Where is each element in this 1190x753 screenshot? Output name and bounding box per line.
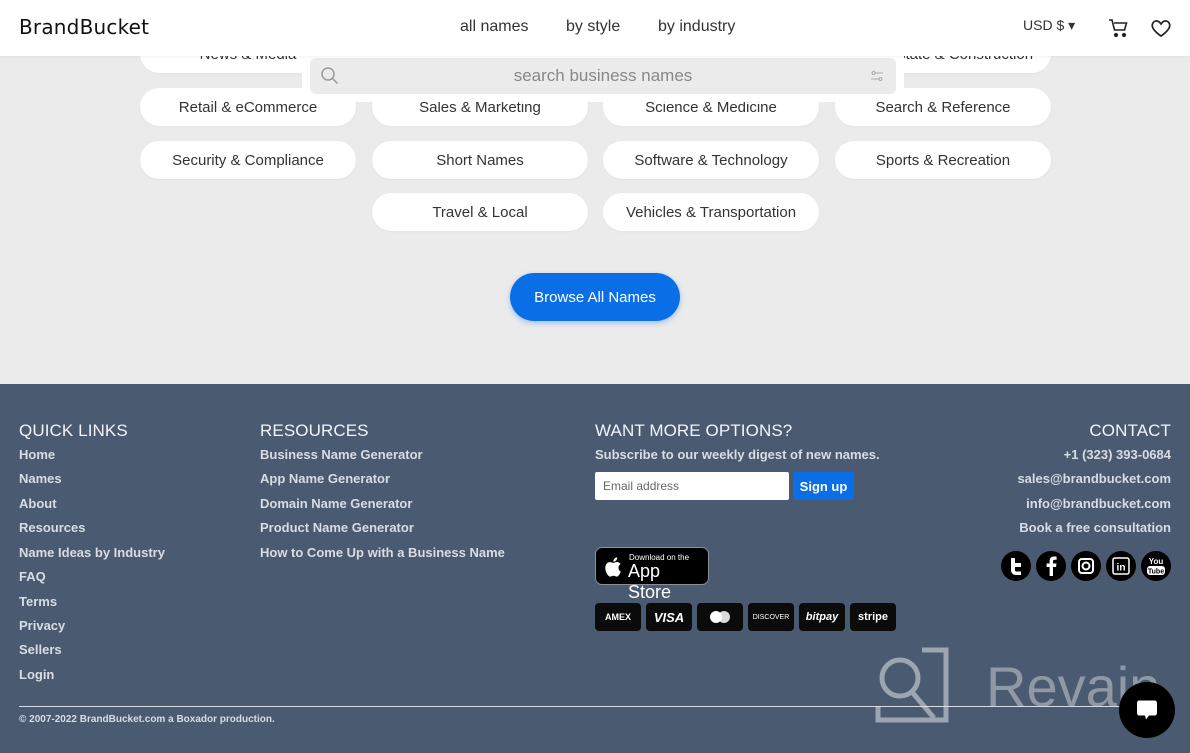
instagram-icon[interactable] (1071, 551, 1101, 581)
contact-phone[interactable]: +1 (323) 393-0684 (1064, 447, 1171, 462)
category-short-names[interactable]: Short Names (372, 141, 588, 179)
footer-link-app-name-generator[interactable]: App Name Generator (260, 471, 390, 486)
subscribe-text: Subscribe to our weekly digest of new na… (595, 447, 880, 462)
footer-link-product-name-generator[interactable]: Product Name Generator (260, 520, 414, 535)
heart-icon[interactable] (1149, 16, 1173, 40)
discover-icon: DISCOVER (748, 603, 794, 631)
youtube-icon[interactable]: You Tube (1141, 551, 1171, 581)
twitter-icon[interactable] (1001, 551, 1031, 581)
footer-link-terms[interactable]: Terms (19, 594, 57, 609)
options-heading: WANT MORE OPTIONS? (595, 421, 793, 440)
footer-link-privacy[interactable]: Privacy (19, 618, 65, 633)
search-box (310, 58, 896, 94)
cart-icon[interactable] (1107, 16, 1131, 40)
svg-text:Tube: Tube (1148, 569, 1164, 576)
amex-icon: AMEX (595, 603, 641, 631)
signup-button[interactable]: Sign up (793, 472, 854, 500)
search-input[interactable] (310, 58, 896, 94)
category-software-technology[interactable]: Software & Technology (603, 141, 819, 179)
revain-logo-icon (875, 647, 949, 723)
footer-link-about[interactable]: About (19, 496, 57, 511)
copyright-text: © 2007-2022 BrandBucket.com a Boxador pr… (19, 714, 275, 725)
nav-all-names[interactable]: all names (460, 18, 528, 36)
stripe-icon: stripe (850, 603, 896, 631)
svg-text:in: in (1117, 563, 1126, 574)
bitpay-icon: bitpay (799, 603, 845, 631)
footer-link-sellers[interactable]: Sellers (19, 642, 62, 657)
nav-by-style[interactable]: by style (566, 18, 620, 36)
site-header: BrandBucket all names by style by indust… (0, 0, 1190, 56)
filter-icon[interactable] (870, 69, 884, 83)
mastercard-icon (697, 603, 743, 631)
category-vehicles-transportation[interactable]: Vehicles & Transportation (603, 193, 819, 231)
footer-link-name-ideas[interactable]: Name Ideas by Industry (19, 545, 165, 560)
category-travel-local[interactable]: Travel & Local (372, 193, 588, 231)
chat-icon (1137, 700, 1157, 720)
facebook-icon[interactable] (1036, 551, 1066, 581)
visa-icon: VISA (646, 603, 692, 631)
footer-link-login[interactable]: Login (19, 667, 54, 682)
category-security-compliance[interactable]: Security & Compliance (140, 141, 356, 179)
footer-link-business-name-generator[interactable]: Business Name Generator (260, 447, 423, 462)
footer-link-names[interactable]: Names (19, 471, 62, 486)
app-store-badge[interactable]: Download on the App Store (595, 547, 709, 602)
book-consultation-link[interactable]: Book a free consultation (1019, 520, 1171, 535)
chat-button[interactable] (1119, 682, 1175, 738)
currency-selector[interactable]: USD $ ▾ (1023, 17, 1075, 34)
footer-link-how-to-come-up[interactable]: How to Come Up with a Business Name (260, 545, 505, 560)
svg-text:You: You (1149, 557, 1164, 566)
app-store-big-text: App Store (628, 561, 672, 602)
browse-all-names-button[interactable]: Browse All Names (510, 273, 680, 321)
footer-link-home[interactable]: Home (19, 447, 55, 462)
email-input[interactable] (595, 472, 789, 500)
footer-link-resources[interactable]: Resources (19, 520, 85, 535)
footer-link-domain-name-generator[interactable]: Domain Name Generator (260, 496, 412, 511)
brand-logo[interactable]: BrandBucket (19, 15, 149, 39)
search-icon[interactable] (320, 66, 340, 86)
search-bar (302, 56, 904, 102)
contact-info-email[interactable]: info@brandbucket.com (1026, 496, 1171, 511)
resources-heading: RESOURCES (260, 421, 369, 440)
apple-icon (605, 557, 621, 577)
contact-sales-email[interactable]: sales@brandbucket.com (1017, 471, 1171, 486)
footer-link-faq[interactable]: FAQ (19, 569, 46, 584)
quick-links-heading: QUICK LINKS (19, 421, 128, 440)
linkedin-icon[interactable]: in (1106, 551, 1136, 581)
category-sports-recreation[interactable]: Sports & Recreation (835, 141, 1051, 179)
nav-by-industry[interactable]: by industry (658, 18, 735, 36)
contact-heading: CONTACT (1089, 421, 1171, 440)
